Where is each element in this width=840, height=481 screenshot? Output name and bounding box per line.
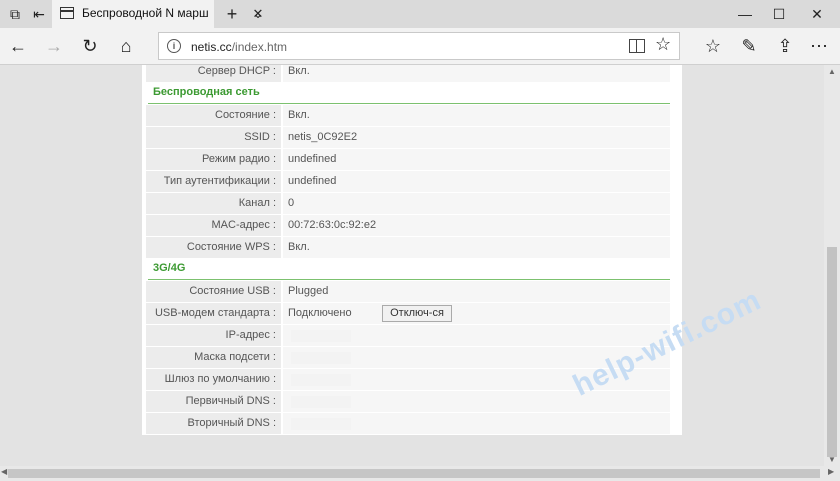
- scroll-right-icon[interactable]: ▶: [828, 467, 834, 476]
- row-label: Вторичный DNS :: [146, 413, 281, 434]
- reading-view-icon[interactable]: [629, 39, 645, 53]
- row-value: Вкл.: [283, 237, 670, 258]
- row-label: Тип аутентификации :: [146, 171, 281, 192]
- blurred-value: [291, 396, 351, 408]
- status-row: Вторичный DNS :: [146, 413, 670, 435]
- status-row-dhcp: Сервер DHCP : Вкл.: [146, 65, 670, 83]
- status-row: SSID : netis_0C92E2: [146, 127, 670, 149]
- page-icon: [60, 7, 74, 19]
- blurred-value: [291, 352, 351, 364]
- row-label: Шлюз по умолчанию :: [146, 369, 281, 390]
- row-value: [283, 325, 670, 346]
- horizontal-scroll-thumb[interactable]: [8, 469, 820, 478]
- row-label: Состояние :: [146, 105, 281, 126]
- row-label: IP-адрес :: [146, 325, 281, 346]
- refresh-icon[interactable]: ↻: [80, 28, 100, 64]
- usb-modem-status: Подключено: [288, 307, 352, 319]
- row-label: Канал :: [146, 193, 281, 214]
- minimize-icon[interactable]: —: [736, 0, 754, 28]
- maximize-icon[interactable]: ☐: [770, 0, 788, 28]
- row-value: Plugged: [283, 281, 670, 302]
- forward-icon[interactable]: →: [44, 28, 64, 64]
- row-label: MAC-адрес :: [146, 215, 281, 236]
- scroll-down-icon[interactable]: ▼: [828, 455, 836, 464]
- tab-bar: ⧉ ⇤ Беспроводной N марш ✕ + ⌄ — ☐ ✕: [0, 0, 840, 28]
- row-value: undefined: [283, 171, 670, 192]
- home-icon[interactable]: ⌂: [116, 28, 136, 64]
- share-icon[interactable]: ⇪: [774, 28, 796, 64]
- status-row: Состояние WPS : Вкл.: [146, 237, 670, 259]
- section-title-3g4g: 3G/4G: [148, 258, 670, 280]
- blurred-value: [291, 330, 351, 342]
- status-row: IP-адрес :: [146, 325, 670, 347]
- row-label: Режим радио :: [146, 149, 281, 170]
- favorites-hub-icon[interactable]: ☆: [702, 28, 724, 64]
- status-row-usb-modem: USB-модем стандарта : Подключено Отключ-…: [146, 303, 670, 325]
- section-title-wireless: Беспроводная сеть: [148, 82, 670, 104]
- scroll-left-icon[interactable]: ◀: [1, 467, 7, 476]
- back-icon[interactable]: ←: [8, 28, 28, 64]
- web-note-icon[interactable]: ✎: [738, 28, 760, 64]
- status-row: Состояние USB : Plugged: [146, 281, 670, 303]
- tab-active[interactable]: Беспроводной N марш ✕: [52, 0, 263, 28]
- row-label: Состояние WPS :: [146, 237, 281, 258]
- row-label: Сервер DHCP :: [146, 65, 281, 82]
- row-value: 0: [283, 193, 670, 214]
- blurred-value: [291, 374, 351, 386]
- status-row: Состояние : Вкл.: [146, 105, 670, 127]
- url-text[interactable]: netis.cc/index.htm: [191, 40, 287, 54]
- more-icon[interactable]: ⋯: [808, 28, 830, 64]
- scroll-up-icon[interactable]: ▲: [828, 67, 836, 76]
- row-value: 00:72:63:0c:92:e2: [283, 215, 670, 236]
- horizontal-scrollbar[interactable]: ◀ ▶: [0, 466, 840, 481]
- row-label: Первичный DNS :: [146, 391, 281, 412]
- new-tab-icon[interactable]: +: [222, 0, 242, 28]
- status-row: Тип аутентификации : undefined: [146, 171, 670, 193]
- disconnect-button[interactable]: Отключ-ся: [382, 305, 452, 322]
- row-value: netis_0C92E2: [283, 127, 670, 148]
- status-row: MAC-адрес : 00:72:63:0c:92:e2: [146, 215, 670, 237]
- row-label: Состояние USB :: [146, 281, 281, 302]
- row-value: undefined: [283, 149, 670, 170]
- add-favorite-icon[interactable]: ☆: [655, 34, 671, 55]
- row-label: Маска подсети :: [146, 347, 281, 368]
- row-label: SSID :: [146, 127, 281, 148]
- tabs-aside-icon[interactable]: ⇤: [30, 0, 48, 28]
- vertical-scroll-thumb[interactable]: [827, 247, 837, 457]
- chevron-down-icon[interactable]: ⌄: [250, 0, 266, 28]
- row-value: [283, 413, 670, 434]
- blurred-value: [291, 418, 351, 430]
- row-label: USB-модем стандарта :: [146, 303, 281, 324]
- status-row: Режим радио : undefined: [146, 149, 670, 171]
- row-value: Подключено Отключ-ся: [283, 303, 670, 324]
- tab-title: Беспроводной N марш: [82, 6, 209, 20]
- close-window-icon[interactable]: ✕: [808, 0, 826, 28]
- row-value: Вкл.: [283, 65, 670, 82]
- address-bar[interactable]: i netis.cc/index.htm ☆: [158, 32, 680, 60]
- tab-manager-icon[interactable]: ⧉: [6, 0, 24, 28]
- status-row: Канал : 0: [146, 193, 670, 215]
- page-viewport: Сервер DHCP : Вкл. Беспроводная сеть Сос…: [0, 65, 824, 466]
- info-icon[interactable]: i: [167, 39, 181, 53]
- row-value: Вкл.: [283, 105, 670, 126]
- row-value: [283, 391, 670, 412]
- vertical-scrollbar[interactable]: ▲ ▼: [824, 65, 840, 466]
